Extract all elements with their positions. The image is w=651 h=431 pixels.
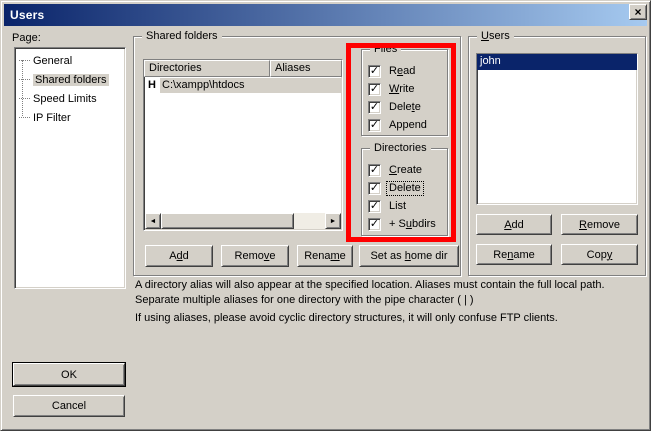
- page-item-ip-filter[interactable]: IP Filter: [15, 108, 125, 127]
- close-button[interactable]: ×: [629, 4, 647, 20]
- checkbox-label: Write: [387, 83, 416, 96]
- checkbox-dirs-delete[interactable]: ✓ Delete: [368, 179, 443, 197]
- scroll-left-button[interactable]: ◄: [145, 213, 161, 229]
- column-header-directories[interactable]: Directories: [144, 60, 270, 77]
- check-icon: ✓: [370, 183, 379, 193]
- directory-path: C:\xampp\htdocs: [160, 78, 342, 93]
- tree-branch-icon: [19, 98, 30, 99]
- directories-options: ✓ Create ✓ Delete ✓ List ✓ + Subdirs: [368, 161, 443, 233]
- checkbox-dirs-create[interactable]: ✓ Create: [368, 161, 443, 179]
- window-title: Users: [10, 8, 44, 22]
- arrow-right-icon: ►: [330, 218, 337, 225]
- page-item-shared-folders[interactable]: Shared folders: [15, 70, 125, 89]
- checkbox-icon: ✓: [368, 200, 381, 213]
- checkbox-label: + Subdirs: [387, 218, 438, 231]
- home-dir-marker: H: [144, 79, 160, 91]
- checkbox-label: Read: [387, 65, 417, 78]
- tree-branch-icon: [19, 60, 30, 61]
- close-icon: ×: [634, 5, 641, 19]
- user-rename-button[interactable]: Rename: [476, 244, 552, 265]
- folder-remove-button[interactable]: Remove: [221, 245, 289, 267]
- horizontal-scrollbar[interactable]: ◄ ►: [145, 213, 341, 229]
- files-permissions-group: Files ✓ Read ✓ Write ✓ Delete ✓ Append: [361, 49, 448, 136]
- checkbox-label: List: [387, 200, 408, 213]
- checkbox-files-write[interactable]: ✓ Write: [368, 80, 443, 98]
- checkbox-icon: ✓: [368, 119, 381, 132]
- users-group-label: Users: [477, 29, 514, 43]
- checkbox-icon: ✓: [368, 65, 381, 78]
- checkbox-label: Create: [387, 164, 424, 177]
- directories-group-label: Directories: [370, 141, 431, 155]
- tree-branch-icon: [19, 117, 30, 118]
- checkbox-icon: ✓: [368, 182, 381, 195]
- ok-button[interactable]: OK: [13, 363, 125, 386]
- user-add-button[interactable]: Add: [476, 214, 552, 235]
- files-group-label: Files: [370, 42, 401, 56]
- alias-note-text: A directory alias will also appear at th…: [135, 278, 647, 308]
- checkbox-icon: ✓: [368, 164, 381, 177]
- checkbox-dirs-list[interactable]: ✓ List: [368, 197, 443, 215]
- check-icon: ✓: [370, 201, 379, 211]
- arrow-left-icon: ◄: [150, 218, 157, 225]
- checkbox-label: Append: [387, 119, 429, 132]
- check-icon: ✓: [370, 165, 379, 175]
- tree-branch-icon: [19, 79, 30, 80]
- check-icon: ✓: [370, 219, 379, 229]
- checkbox-label: Delete: [387, 101, 423, 114]
- cancel-button[interactable]: Cancel: [13, 395, 125, 417]
- page-item-label: Speed Limits: [33, 93, 97, 105]
- page-item-label: IP Filter: [33, 112, 71, 124]
- folder-rename-button[interactable]: Rename: [297, 245, 353, 267]
- title-bar[interactable]: Users: [4, 4, 647, 26]
- users-listbox[interactable]: john: [476, 53, 638, 205]
- checkbox-icon: ✓: [368, 218, 381, 231]
- checkbox-label-focused: Delete: [387, 182, 423, 195]
- page-item-label: General: [33, 55, 72, 67]
- scrollbar-track[interactable]: [294, 213, 325, 229]
- check-icon: ✓: [370, 84, 379, 94]
- column-header-aliases[interactable]: Aliases: [270, 60, 342, 77]
- page-label: Page:: [12, 32, 41, 44]
- users-dialog: Users × Page: General Shared folders Spe…: [0, 0, 651, 431]
- user-item-john[interactable]: john: [477, 54, 637, 70]
- set-as-home-dir-button[interactable]: Set as home dir: [359, 245, 459, 267]
- check-icon: ✓: [370, 120, 379, 130]
- check-icon: ✓: [370, 102, 379, 112]
- files-options: ✓ Read ✓ Write ✓ Delete ✓ Append: [368, 62, 443, 134]
- directory-row[interactable]: H C:\xampp\htdocs: [144, 77, 342, 93]
- directories-listview[interactable]: Directories Aliases H C:\xampp\htdocs ◄ …: [143, 59, 343, 231]
- checkbox-files-append[interactable]: ✓ Append: [368, 116, 443, 134]
- user-remove-button[interactable]: Remove: [561, 214, 638, 235]
- directories-permissions-group: Directories ✓ Create ✓ Delete ✓ List ✓ +…: [361, 148, 448, 236]
- page-list[interactable]: General Shared folders Speed Limits IP F…: [14, 47, 126, 289]
- listview-header: Directories Aliases: [144, 60, 342, 77]
- folder-add-button[interactable]: Add: [145, 245, 213, 267]
- scrollbar-thumb[interactable]: [161, 213, 294, 229]
- shared-folders-group-label: Shared folders: [142, 29, 222, 43]
- checkbox-icon: ✓: [368, 101, 381, 114]
- page-item-speed-limits[interactable]: Speed Limits: [15, 89, 125, 108]
- check-icon: ✓: [370, 66, 379, 76]
- page-item-general[interactable]: General: [15, 51, 125, 70]
- checkbox-files-delete[interactable]: ✓ Delete: [368, 98, 443, 116]
- user-copy-button[interactable]: Copy: [561, 244, 638, 265]
- scroll-right-button[interactable]: ►: [325, 213, 341, 229]
- page-item-label-selected: Shared folders: [33, 74, 109, 86]
- cyclic-note-text: If using aliases, please avoid cyclic di…: [135, 311, 647, 326]
- checkbox-icon: ✓: [368, 83, 381, 96]
- checkbox-files-read[interactable]: ✓ Read: [368, 62, 443, 80]
- checkbox-dirs-subdirs[interactable]: ✓ + Subdirs: [368, 215, 443, 233]
